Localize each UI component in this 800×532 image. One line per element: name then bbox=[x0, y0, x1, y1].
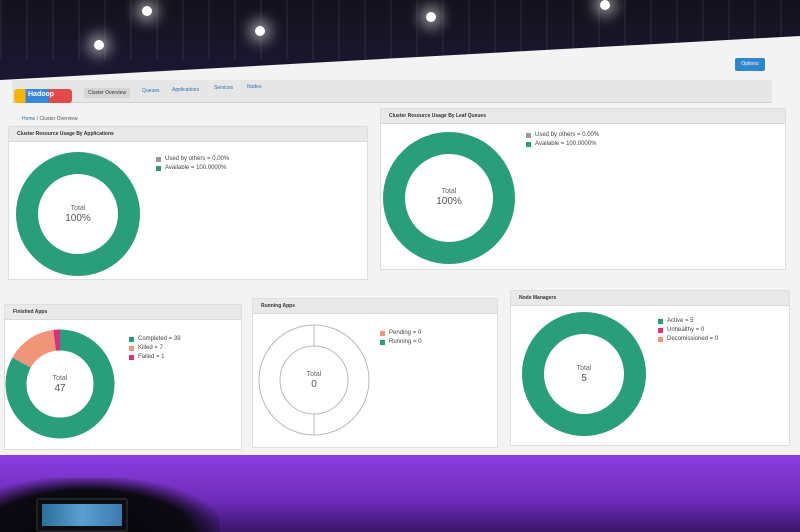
phone-screen bbox=[42, 504, 122, 526]
logo-text: Hadoop bbox=[28, 91, 55, 98]
legend-label: Completed = 39 bbox=[138, 336, 181, 342]
legend-label: Available = 100.0000% bbox=[535, 141, 597, 147]
tab-services[interactable]: Services bbox=[214, 85, 233, 91]
legend-swatch bbox=[380, 339, 385, 345]
panel-title: Node Managers bbox=[511, 291, 789, 306]
node-managers-legend: Active = 5 Unhealthy = 0 Decomissioned =… bbox=[658, 318, 718, 345]
stage-light bbox=[94, 40, 104, 50]
legend-swatch bbox=[658, 327, 663, 333]
donut-center-label: Total bbox=[307, 371, 322, 378]
finished-apps-donut: Total 47 bbox=[5, 329, 115, 439]
legend-item: Decomissioned = 0 bbox=[658, 336, 718, 342]
apps-usage-legend: Used by others = 0.00% Available = 100.0… bbox=[156, 156, 229, 174]
panel-title: Cluster Resource Usage By Applications bbox=[9, 127, 367, 142]
legend-label: Unhealthy = 0 bbox=[667, 327, 705, 333]
legend-item: Unhealthy = 0 bbox=[658, 327, 718, 333]
running-apps-donut: Total 0 bbox=[258, 324, 370, 436]
tab-cluster-overview[interactable]: Cluster Overview bbox=[84, 88, 131, 98]
legend-swatch bbox=[156, 165, 161, 171]
audience-phone bbox=[36, 498, 128, 532]
legend-swatch bbox=[658, 336, 663, 342]
legend-swatch bbox=[156, 156, 161, 162]
legend-label: Pending = 0 bbox=[389, 330, 422, 336]
legend-label: Available = 100.0000% bbox=[165, 165, 227, 171]
stage-light bbox=[600, 0, 610, 10]
panel-title: Running Apps bbox=[253, 299, 497, 314]
panel-title: Cluster Resource Usage By Leaf Queues bbox=[381, 109, 785, 124]
donut-center-value: 100% bbox=[436, 196, 462, 207]
legend-swatch bbox=[129, 354, 134, 360]
legend-item: Failed = 1 bbox=[129, 354, 181, 360]
tab-applications[interactable]: Applications bbox=[172, 87, 199, 93]
stage-light bbox=[142, 6, 152, 16]
legend-label: Used by others = 0.00% bbox=[165, 156, 230, 162]
legend-item: Killed = 7 bbox=[129, 345, 181, 351]
legend-swatch bbox=[129, 345, 134, 351]
donut-center-value: 0 bbox=[311, 379, 317, 390]
donut-center-value: 100% bbox=[65, 213, 91, 224]
legend-label: Decomissioned = 0 bbox=[667, 336, 719, 342]
legend-item: Running = 0 bbox=[380, 339, 422, 345]
tab-queues[interactable]: Queues bbox=[142, 88, 160, 94]
legend-swatch bbox=[658, 318, 663, 324]
legend-item: Available = 100.0000% bbox=[156, 165, 229, 171]
breadcrumb-current: Cluster Overview bbox=[39, 116, 78, 122]
donut-center-label: Total bbox=[577, 365, 592, 372]
legend-label: Running = 0 bbox=[389, 339, 422, 345]
legend-label: Active = 5 bbox=[667, 318, 694, 324]
queues-usage-donut: Total 100% bbox=[383, 132, 515, 264]
donut-center-label: Total bbox=[53, 375, 68, 382]
legend-swatch bbox=[526, 132, 531, 138]
legend-item: Pending = 0 bbox=[380, 330, 422, 336]
legend-label: Used by others = 0.00% bbox=[535, 132, 600, 138]
legend-item: Used by others = 0.00% bbox=[526, 132, 599, 138]
legend-item: Available = 100.0000% bbox=[526, 141, 599, 147]
apps-usage-donut: Total 100% bbox=[16, 152, 140, 276]
legend-item: Used by others = 0.00% bbox=[156, 156, 229, 162]
finished-apps-legend: Completed = 39 Killed = 7 Failed = 1 bbox=[129, 336, 181, 363]
donut-center-value: 5 bbox=[581, 373, 587, 384]
tab-nodes[interactable]: Nodes bbox=[247, 84, 261, 90]
legend-swatch bbox=[526, 141, 531, 147]
breadcrumb-separator: / bbox=[36, 116, 39, 122]
legend-label: Killed = 7 bbox=[138, 345, 163, 351]
breadcrumb: Home / Cluster Overview bbox=[22, 116, 78, 122]
queues-usage-legend: Used by others = 0.00% Available = 100.0… bbox=[526, 132, 599, 150]
legend-swatch bbox=[129, 336, 134, 342]
stage-light bbox=[426, 12, 436, 22]
legend-swatch bbox=[380, 330, 385, 336]
running-apps-legend: Pending = 0 Running = 0 bbox=[380, 330, 422, 348]
hadoop-logo[interactable]: Hadoop bbox=[14, 89, 72, 103]
breadcrumb-home[interactable]: Home bbox=[22, 116, 35, 122]
legend-item: Active = 5 bbox=[658, 318, 718, 324]
node-managers-donut: Total 5 bbox=[522, 312, 646, 436]
stage-light bbox=[255, 26, 265, 36]
panel-title: Finished Apps bbox=[5, 305, 241, 320]
donut-center-label: Total bbox=[71, 205, 86, 212]
options-button[interactable]: Options bbox=[735, 58, 765, 71]
legend-item: Completed = 39 bbox=[129, 336, 181, 342]
donut-center-value: 47 bbox=[54, 383, 66, 394]
donut-center-label: Total bbox=[442, 188, 457, 195]
legend-label: Failed = 1 bbox=[138, 354, 165, 360]
